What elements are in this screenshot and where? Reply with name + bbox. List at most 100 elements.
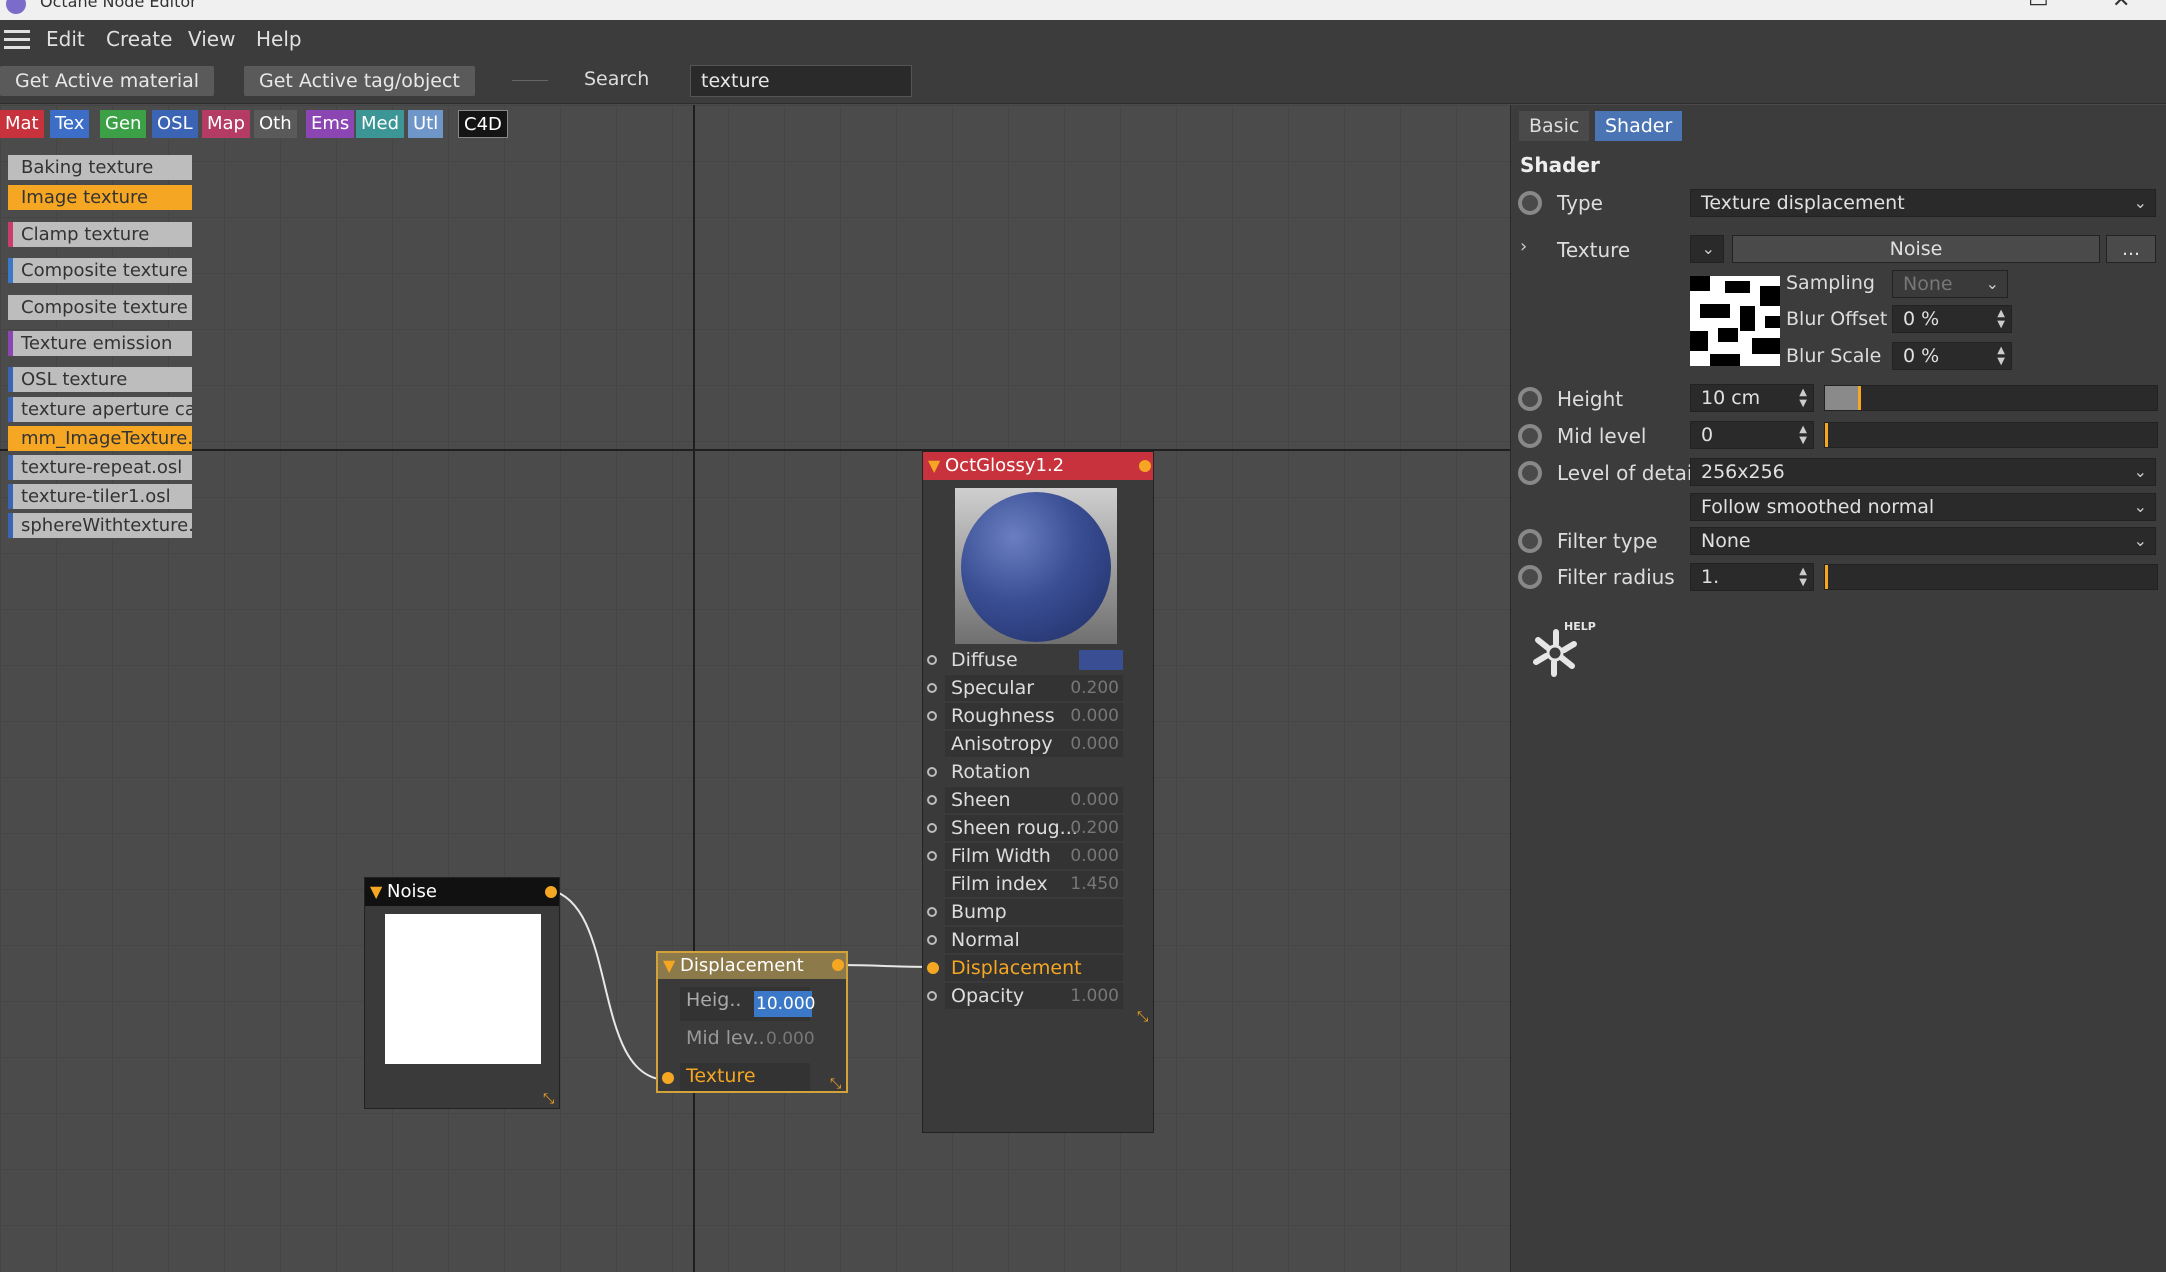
displacement-height-value[interactable]: 10.000	[754, 991, 815, 1017]
collapse-triangle-icon[interactable]: ▼	[663, 953, 675, 979]
filter-radius-slider[interactable]	[1824, 564, 2158, 590]
texture-type-dropdown[interactable]: ⌄	[1690, 235, 1724, 263]
input-pin-diffuse[interactable]	[927, 655, 937, 665]
glossy-row-displacement[interactable]: Displacement	[923, 954, 1153, 982]
blur-offset-input[interactable]: 0 % ▲ ▼	[1892, 305, 2012, 333]
input-pin-opacity[interactable]	[927, 991, 937, 1001]
glossy-row-specular[interactable]: Specular 0.200	[923, 674, 1153, 702]
displacement-node[interactable]: ▼ Displacement Heig.. 10.000 Mid lev.. 0…	[656, 951, 848, 1093]
get-active-tag-button[interactable]: Get Active tag/object	[244, 66, 475, 96]
expand-chevron-icon[interactable]: ›	[1520, 236, 1527, 257]
glossy-row-film-width[interactable]: Film Width 0.000	[923, 842, 1153, 870]
mid-level-slider[interactable]	[1824, 422, 2158, 448]
spinner-arrows-icon[interactable]: ▲ ▼	[1799, 424, 1807, 446]
input-pin-specular[interactable]	[927, 683, 937, 693]
texture-link-button[interactable]: Noise	[1732, 235, 2100, 263]
displacement-mid-level-label: Mid lev..	[686, 1027, 765, 1049]
height-input[interactable]: 10 cm ▲ ▼	[1690, 384, 1814, 412]
glossy-row-normal[interactable]: Normal	[923, 926, 1153, 954]
blur-offset-label: Blur Offset	[1786, 308, 1888, 330]
glossy-output-pin[interactable]	[1139, 460, 1151, 472]
tab-shader[interactable]: Shader	[1595, 111, 1683, 141]
spinner-arrows-icon[interactable]: ▲ ▼	[1799, 387, 1807, 409]
collapse-triangle-icon[interactable]: ▼	[370, 878, 382, 906]
resize-handle-icon[interactable]: ⤡	[543, 1092, 557, 1106]
noise-node[interactable]: ▼ Noise ⤡	[364, 877, 560, 1109]
filter-radius-animate-radio[interactable]	[1518, 565, 1542, 589]
diffuse-color-swatch[interactable]	[1079, 650, 1123, 670]
spinner-arrows-icon[interactable]: ▲ ▼	[1997, 308, 2005, 330]
filter-type-dropdown[interactable]: None ⌄	[1690, 527, 2156, 555]
glossy-row-sheen-roughness[interactable]: Sheen roug... 0.200	[923, 814, 1153, 842]
glossy-row-roughness[interactable]: Roughness 0.000	[923, 702, 1153, 730]
resize-handle-icon[interactable]: ⤡	[830, 1077, 844, 1091]
lod-label: Level of detail	[1557, 461, 1698, 485]
noise-output-pin[interactable]	[545, 886, 557, 898]
lod-dropdown[interactable]: 256x256 ⌄	[1690, 458, 2156, 486]
toolbar-divider	[512, 80, 548, 81]
blur-scale-input[interactable]: 0 % ▲ ▼	[1892, 342, 2012, 370]
glossy-row-film-index[interactable]: Film index 1.450	[923, 870, 1153, 898]
glossy-row-opacity[interactable]: Opacity 1.000	[923, 982, 1153, 1010]
glossy-material-node[interactable]: ▼ OctGlossy1.2 Diffuse Specular 0.200 Ro…	[922, 451, 1154, 1133]
chevron-down-icon: ⌄	[2133, 531, 2147, 550]
mid-level-slider-handle[interactable]	[1825, 423, 1828, 447]
close-icon[interactable]: ✕	[2112, 0, 2130, 13]
search-input[interactable]	[690, 65, 912, 97]
chevron-down-icon: ⌄	[1985, 274, 1999, 293]
filter-radius-slider-handle[interactable]	[1825, 565, 1828, 589]
menu-create[interactable]: Create	[106, 27, 172, 51]
collapse-triangle-icon[interactable]: ▼	[928, 452, 940, 480]
type-animate-radio[interactable]	[1518, 191, 1542, 215]
tab-basic[interactable]: Basic	[1519, 111, 1590, 141]
displacement-mid-level-value: 0.000	[766, 1029, 815, 1049]
input-pin-rotation[interactable]	[927, 767, 937, 777]
wire-displacement-to-glossy	[837, 964, 934, 968]
maximize-icon[interactable]: ▭	[2028, 0, 2049, 13]
input-pin-normal[interactable]	[927, 935, 937, 945]
input-pin-sheen-roughness[interactable]	[927, 823, 937, 833]
glossy-row-diffuse[interactable]: Diffuse	[923, 646, 1153, 674]
input-pin-sheen[interactable]	[927, 795, 937, 805]
glossy-row-rotation[interactable]: Rotation	[923, 758, 1153, 786]
texture-more-button[interactable]: ...	[2106, 235, 2156, 263]
glossy-row-bump[interactable]: Bump	[923, 898, 1153, 926]
lod-animate-radio[interactable]	[1518, 461, 1542, 485]
sampling-dropdown: None ⌄	[1892, 270, 2008, 298]
input-pin-roughness[interactable]	[927, 711, 937, 721]
menu-help[interactable]: Help	[256, 27, 302, 51]
blur-scale-label: Blur Scale	[1786, 345, 1882, 367]
input-pin-displacement[interactable]	[927, 962, 939, 974]
texture-label: Texture	[1557, 238, 1631, 262]
height-slider-handle[interactable]	[1858, 386, 1862, 410]
displacement-output-pin[interactable]	[832, 959, 844, 971]
chevron-down-icon: ⌄	[2133, 462, 2147, 481]
window-titlebar: Octane Node Editor ▭ ✕	[0, 0, 2166, 20]
input-pin-film-width[interactable]	[927, 851, 937, 861]
displacement-texture-input-pin[interactable]	[662, 1072, 674, 1084]
menu-edit[interactable]: Edit	[46, 27, 85, 51]
displacement-direction-dropdown[interactable]: Follow smoothed normal ⌄	[1690, 493, 2156, 521]
height-slider[interactable]	[1824, 385, 2158, 411]
mid-level-input[interactable]: 0 ▲ ▼	[1690, 421, 1814, 449]
section-title: Shader	[1520, 153, 1600, 177]
mid-level-animate-radio[interactable]	[1518, 424, 1542, 448]
glossy-row-anisotropy[interactable]: Anisotropy 0.000	[923, 730, 1153, 758]
resize-handle-icon[interactable]: ⤡	[1137, 1010, 1151, 1024]
type-dropdown[interactable]: Texture displacement ⌄	[1690, 189, 2156, 217]
glossy-row-sheen[interactable]: Sheen 0.000	[923, 786, 1153, 814]
node-canvas[interactable]: Mat Tex Gen OSL Map Oth Ems Med Utl C4D …	[0, 105, 1510, 1272]
help-button[interactable]: HELP	[1528, 620, 1596, 684]
search-label: Search	[584, 68, 650, 90]
spinner-arrows-icon[interactable]: ▲ ▼	[1799, 566, 1807, 588]
filter-radius-input[interactable]: 1. ▲ ▼	[1690, 563, 1814, 591]
hamburger-menu-icon[interactable]	[4, 30, 30, 54]
input-pin-bump[interactable]	[927, 907, 937, 917]
menu-view[interactable]: View	[188, 27, 235, 51]
noise-node-title: Noise	[387, 881, 437, 902]
get-active-material-button[interactable]: Get Active material	[0, 66, 215, 96]
filter-type-animate-radio[interactable]	[1518, 529, 1542, 553]
octane-logo-icon	[6, 0, 26, 14]
spinner-arrows-icon[interactable]: ▲ ▼	[1997, 345, 2005, 367]
height-animate-radio[interactable]	[1518, 387, 1542, 411]
